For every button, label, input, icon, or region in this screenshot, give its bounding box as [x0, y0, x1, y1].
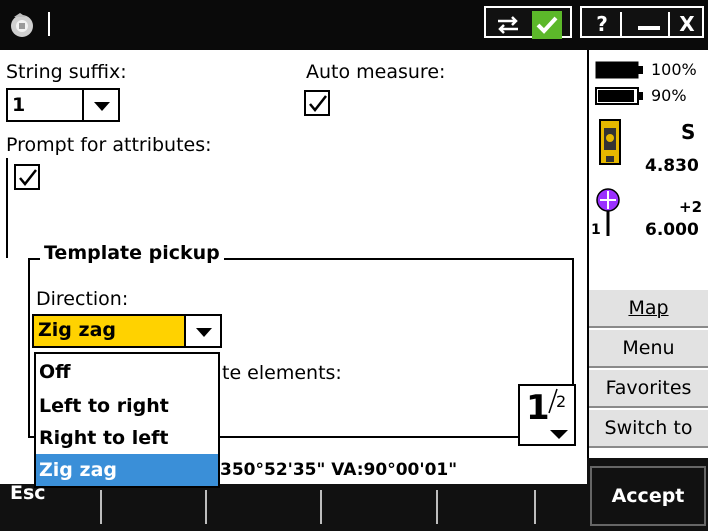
direction-combo[interactable]: Zig zag	[32, 314, 222, 348]
prompt-attributes-label: Prompt for attributes:	[6, 134, 212, 156]
angle-status-text: 350°52'35" VA:90°00'01"	[220, 460, 458, 480]
battery-percent-1: 100%	[651, 60, 697, 79]
page-current: 1	[526, 388, 550, 428]
battery-full-icon[interactable]	[595, 60, 645, 80]
template-pickup-title: Template pickup	[40, 242, 224, 264]
auto-measure-checkbox[interactable]	[304, 90, 330, 116]
battery-percent-2: 90%	[651, 86, 687, 105]
partial-elements-label: te elements:	[222, 362, 342, 384]
softkey-divider	[436, 490, 438, 524]
menu-button[interactable]: Menu	[589, 328, 708, 368]
target-height: 6.000	[645, 220, 699, 240]
string-suffix-label: String suffix:	[6, 61, 127, 83]
favorites-button[interactable]: Favorites	[589, 368, 708, 408]
softkey-divider	[320, 490, 322, 524]
direction-value: Zig zag	[38, 319, 116, 341]
instrument-mode: S	[681, 120, 696, 144]
dropdown-option-selected[interactable]: Zig zag	[36, 454, 218, 486]
minimize-icon	[638, 26, 660, 30]
title-bar: ? X	[0, 0, 708, 50]
softkey-divider	[205, 490, 207, 524]
target-offset: +2	[679, 198, 703, 216]
title-separator	[48, 12, 50, 36]
map-button[interactable]: Map	[589, 288, 708, 328]
page-total: 2	[556, 392, 567, 411]
direction-dropdown-list[interactable]: Off Left to right Right to left Zig zag	[34, 352, 220, 488]
accept-label: Accept	[611, 485, 685, 507]
direction-label: Direction:	[36, 288, 129, 310]
checkmark-icon	[309, 95, 327, 112]
left-edge-line	[6, 158, 8, 258]
chevron-down-icon[interactable]	[184, 316, 220, 346]
switch-to-button[interactable]: Switch to	[589, 408, 708, 448]
softkey-divider	[100, 490, 102, 524]
page-slash	[548, 388, 558, 414]
map-label: Map	[628, 297, 669, 319]
prompt-attributes-checkbox[interactable]	[14, 164, 40, 190]
title-divider	[668, 12, 670, 38]
title-divider	[620, 12, 622, 38]
string-suffix-value: 1	[12, 94, 26, 116]
page-indicator-button[interactable]: 1 2	[518, 384, 576, 446]
instrument-height: 4.830	[645, 156, 699, 176]
chevron-down-icon[interactable]	[82, 90, 118, 120]
total-station-icon[interactable]	[595, 118, 625, 166]
accept-button[interactable]: Accept	[590, 466, 706, 526]
target-number: 1	[591, 222, 601, 238]
menu-label: Menu	[622, 337, 675, 359]
dropdown-option[interactable]: Left to right	[36, 390, 218, 422]
dropdown-option[interactable]: Right to left	[36, 422, 218, 454]
favorites-label: Favorites	[605, 377, 692, 399]
esc-button[interactable]: Esc	[4, 482, 68, 528]
softkey-divider	[534, 490, 536, 524]
right-status-panel: 100% 90% S 4.830 1 +2 6.000 Map Menu Fav…	[587, 50, 708, 458]
close-button[interactable]: X	[672, 10, 702, 38]
help-button[interactable]: ?	[584, 10, 620, 38]
page-down-arrow-icon	[550, 430, 568, 439]
dropdown-option[interactable]: Off	[36, 356, 218, 388]
minimize-button[interactable]	[632, 10, 666, 38]
status-ok-icon[interactable]	[532, 11, 562, 39]
sync-arrows-icon[interactable]	[494, 14, 522, 36]
switch-to-label: Switch to	[604, 417, 693, 439]
string-suffix-combo[interactable]: 1	[6, 88, 120, 122]
checkmark-icon	[19, 169, 37, 186]
battery-high-icon[interactable]	[595, 86, 645, 106]
trimble-logo-icon[interactable]	[6, 9, 38, 41]
auto-measure-label: Auto measure:	[306, 61, 446, 83]
